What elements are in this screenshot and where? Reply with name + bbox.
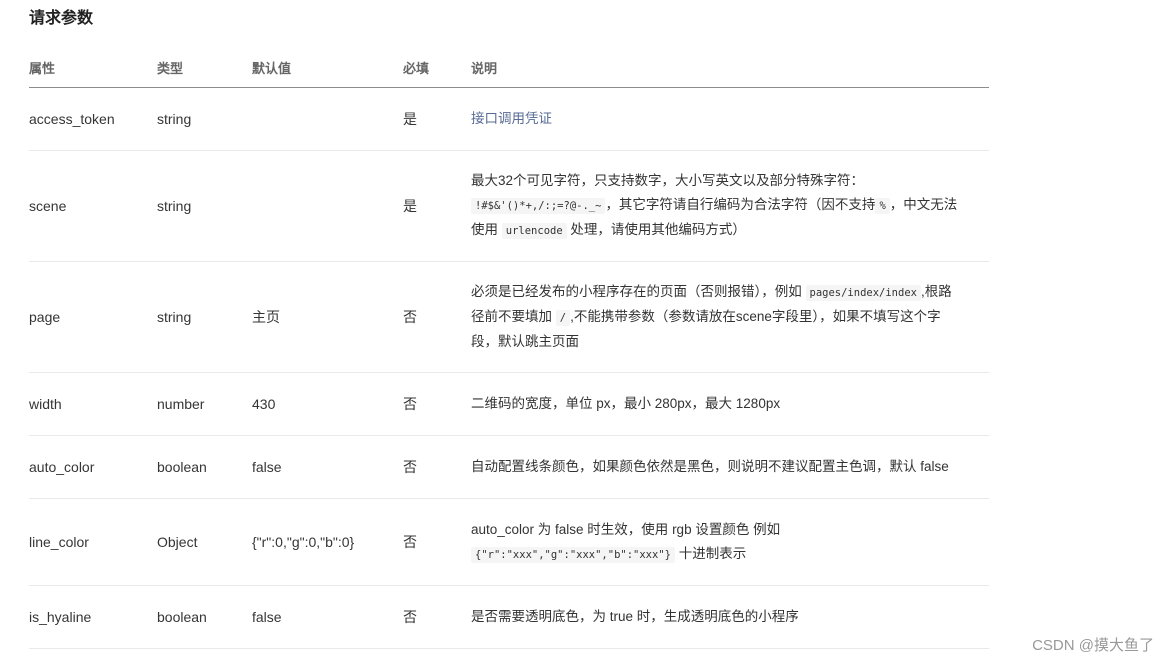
param-default bbox=[252, 87, 403, 151]
inline-code: pages/index/index bbox=[805, 285, 921, 301]
param-required: 是 bbox=[403, 150, 471, 262]
param-required: 否 bbox=[403, 261, 471, 373]
param-description: 二维码的宽度，单位 px，最小 280px，最大 1280px bbox=[471, 372, 989, 436]
description-text: auto_color 为 false 时生效，使用 rgb 设置颜色 例如 bbox=[471, 521, 781, 537]
table-row: auto_color boolean false 否 自动配置线条颜色，如果颜色… bbox=[29, 435, 989, 499]
table-header-row: 属性 类型 默认值 必填 说明 bbox=[29, 47, 989, 88]
param-name: scene bbox=[29, 150, 157, 262]
param-default: false bbox=[252, 585, 403, 649]
description-text: 十进制表示 bbox=[674, 545, 747, 561]
description-text: ,不能携带参数（参数请放在scene字段里），如果不填写这个字 bbox=[570, 309, 941, 324]
param-description[interactable]: 接口调用凭证 bbox=[471, 87, 989, 151]
header-description: 说明 bbox=[471, 47, 989, 88]
param-default: {"r":0,"g":0,"b":0} bbox=[252, 498, 403, 586]
table-row: scene string 是 最大32个可见字符，只支持数字，大小写英文以及部分… bbox=[29, 150, 989, 262]
param-required: 否 bbox=[403, 585, 471, 649]
param-required: 否 bbox=[403, 435, 471, 499]
param-type: string bbox=[157, 87, 252, 151]
inline-code: / bbox=[555, 310, 571, 326]
description-text: 自动配置线条颜色，如果颜色依然是黑色，则说明不建议配置主色调，默认 false bbox=[471, 459, 949, 474]
param-type: Object bbox=[157, 498, 252, 586]
param-description: 最大32个可见字符，只支持数字，大小写英文以及部分特殊字符： !#$&'()*+,… bbox=[471, 150, 989, 262]
inline-code: !#$&'()*+,/:;=?@-._~ bbox=[471, 198, 606, 214]
header-attribute: 属性 bbox=[29, 47, 157, 88]
table-row: page string 主页 否 必须是已经发布的小程序存在的页面（否则报错），… bbox=[29, 261, 989, 373]
param-default: 430 bbox=[252, 372, 403, 436]
description-text: 接口调用凭证 bbox=[471, 111, 552, 126]
param-name: width bbox=[29, 372, 157, 436]
param-required: 否 bbox=[403, 498, 471, 586]
description-text: 是否需要透明底色，为 true 时，生成透明底色的小程序 bbox=[471, 609, 799, 624]
param-description: 是否需要透明底色，为 true 时，生成透明底色的小程序 bbox=[471, 585, 989, 649]
inline-code: urlencode bbox=[501, 223, 567, 239]
param-type: string bbox=[157, 261, 252, 373]
description-text: 必须是已经发布的小程序存在的页面（否则报错），例如 bbox=[471, 284, 806, 299]
table-row: line_color Object {"r":0,"g":0,"b":0} 否 … bbox=[29, 498, 989, 586]
param-required: 是 bbox=[403, 87, 471, 151]
inline-code: % bbox=[875, 198, 890, 214]
description-text: ,根路 bbox=[920, 284, 952, 299]
description-text: 二维码的宽度，单位 px，最小 280px，最大 1280px bbox=[471, 396, 781, 411]
description-text: 使用 bbox=[471, 222, 502, 237]
param-description: 必须是已经发布的小程序存在的页面（否则报错），例如 pages/index/in… bbox=[471, 261, 989, 373]
param-type: string bbox=[157, 150, 252, 262]
table-row: is_hyaline boolean false 否 是否需要透明底色，为 tr… bbox=[29, 585, 989, 649]
param-name: auto_color bbox=[29, 435, 157, 499]
description-text: 径前不要填加 bbox=[471, 309, 556, 324]
watermark: CSDN @摸大鱼了 bbox=[1032, 637, 1154, 654]
param-description: 自动配置线条颜色，如果颜色依然是黑色，则说明不建议配置主色调，默认 false bbox=[471, 435, 989, 499]
inline-code: {"r":"xxx","g":"xxx","b":"xxx"} bbox=[471, 546, 675, 563]
params-table: 属性 类型 默认值 必填 说明 access_token string 是 接口… bbox=[29, 47, 989, 649]
param-default: 主页 bbox=[252, 261, 403, 373]
param-name: line_color bbox=[29, 498, 157, 586]
param-default bbox=[252, 150, 403, 262]
description-text: 最大32个可见字符，只支持数字，大小写英文以及部分特殊字符： bbox=[471, 173, 865, 188]
header-type: 类型 bbox=[157, 47, 252, 88]
param-name: is_hyaline bbox=[29, 585, 157, 649]
param-description: auto_color 为 false 时生效，使用 rgb 设置颜色 例如 {"r… bbox=[471, 498, 989, 586]
param-name: access_token bbox=[29, 87, 157, 151]
table-row: access_token string 是 接口调用凭证 bbox=[29, 87, 989, 151]
table-row: width number 430 否 二维码的宽度，单位 px，最小 280px… bbox=[29, 372, 989, 436]
header-default: 默认值 bbox=[252, 47, 403, 88]
param-type: number bbox=[157, 372, 252, 436]
description-text: ，中文无法 bbox=[889, 197, 958, 212]
param-default: false bbox=[252, 435, 403, 499]
description-text: ，其它字符请自行编码为合法字符（因不支持 bbox=[605, 197, 876, 212]
description-text: 处理，请使用其他编码方式） bbox=[566, 222, 746, 237]
param-type: boolean bbox=[157, 435, 252, 499]
param-type: boolean bbox=[157, 585, 252, 649]
header-required: 必填 bbox=[403, 47, 471, 88]
description-text: 段，默认跳主页面 bbox=[471, 334, 579, 349]
param-name: page bbox=[29, 261, 157, 373]
section-title: 请求参数 bbox=[29, 10, 94, 27]
param-required: 否 bbox=[403, 372, 471, 436]
